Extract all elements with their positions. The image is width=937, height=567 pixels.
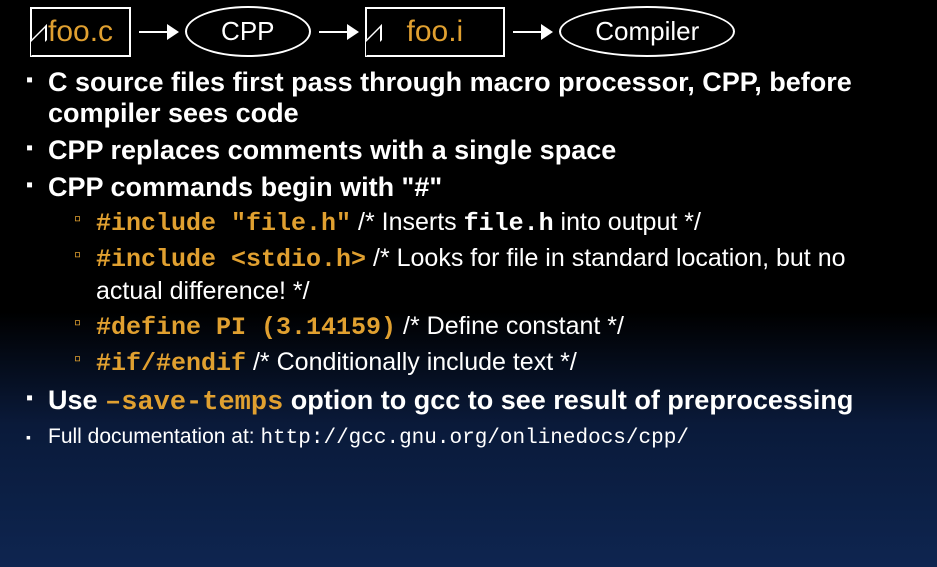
pipeline-diagram: foo.c CPP foo.i Compiler [0,0,937,67]
code-text: #include <stdio.h> [96,245,366,274]
bullet-text: option to gcc to see result of preproces… [283,385,853,415]
url-text: http://gcc.gnu.org/onlinedocs/cpp/ [260,427,688,450]
sub-list: #include "file.h" /* Inserts file.h into… [48,207,917,379]
sub-item: #include "file.h" /* Inserts file.h into… [70,207,917,239]
comment-text: /* Inserts [358,208,464,236]
compiler-oval: Compiler [559,6,735,57]
comment-text: into output */ [554,208,701,236]
code-text: #define PI (3.14159) [96,313,396,342]
code-text: #if/#endif [96,349,246,378]
code-text: –save-temps [105,388,283,418]
sub-item: #define PI (3.14159) /* Define constant … [70,311,917,343]
file-foo-i: foo.i [365,7,506,57]
bullet-item: CPP commands begin with "#" #include "fi… [20,172,917,379]
bullet-text: Full documentation at: [48,425,260,448]
sub-item: #include <stdio.h> /* Looks for file in … [70,243,917,307]
bullet-item: CPP replaces comments with a single spac… [20,135,917,166]
code-text: #include "file.h" [96,209,351,238]
comment-text: /* Define constant */ [403,312,624,340]
sub-item: #if/#endif /* Conditionally include text… [70,347,917,379]
bullet-item: C source files first pass through macro … [20,67,917,129]
bullet-text: CPP commands begin with "#" [48,172,442,202]
cpp-oval: CPP [185,6,310,57]
bullet-item: Full documentation at: http://gcc.gnu.or… [20,425,917,451]
file-foo-c: foo.c [30,7,131,57]
comment-text: /* Conditionally include text */ [253,348,577,376]
bullet-item: Use –save-temps option to gcc to see res… [20,385,917,419]
bullet-text: Use [48,385,105,415]
code-text: file.h [464,209,554,238]
bullet-list: C source files first pass through macro … [0,67,937,452]
